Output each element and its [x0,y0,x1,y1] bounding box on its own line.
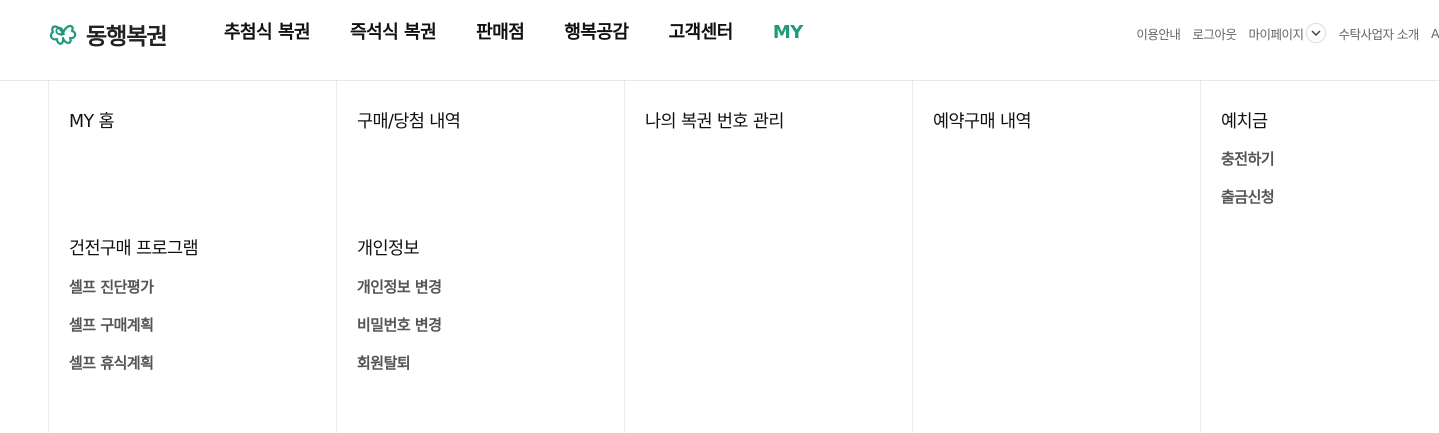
clover-logo-icon [48,20,78,48]
menu-column-my-home: MY 홈 건전구매 프로그램 셀프 진단평가 셀프 구매계획 셀프 휴식계획 [48,81,336,433]
util-guide-link[interactable]: 이용안내 [1136,24,1181,43]
menu-column-purchase-history: 구매/당첨 내역 개인정보 개인정보 변경 비밀번호 변경 회원탈퇴 [336,81,624,433]
menu-item-self-rest-plan[interactable]: 셀프 휴식계획 [69,352,154,373]
util-mypage-dropdown[interactable]: 마이페이지 [1248,23,1327,43]
util-logout-link[interactable]: 로그아웃 [1192,24,1237,43]
menu-column-deposit: 예치금 충전하기 출금신청 [1200,81,1439,433]
util-mypage-link: 마이페이지 [1248,26,1304,42]
menu-column-reservation: 예약구매 내역 [912,81,1200,433]
menu-item-change-info[interactable]: 개인정보 변경 [357,276,442,297]
nav-my[interactable]: MY [773,20,803,46]
menu-item-withdraw-request[interactable]: 출금신청 [1221,186,1275,207]
menu-title-number-management[interactable]: 나의 복권 번호 관리 [645,108,784,133]
my-mega-menu: MY 홈 건전구매 프로그램 셀프 진단평가 셀프 구매계획 셀프 휴식계획 구… [0,81,1439,433]
main-nav: 추첨식 복권 즉석식 복권 판매점 행복공감 고객센터 MY [224,20,803,46]
util-about-link[interactable]: 수탁사업자 소개 [1338,24,1419,43]
utility-nav: 이용안내 로그아웃 마이페이지 수탁사업자 소개 A [1124,20,1439,46]
util-truncated-link[interactable]: A [1431,26,1439,41]
nav-customer-center[interactable]: 고객센터 [669,20,734,46]
logo-text: 동행복권 [86,24,168,50]
menu-item-withdraw[interactable]: 회원탈퇴 [357,352,411,373]
menu-title-purchase-win-history[interactable]: 구매/당첨 내역 [357,108,461,133]
menu-title-personal-info[interactable]: 개인정보 [357,235,420,260]
chevron-down-icon[interactable] [1306,23,1327,43]
nav-happy-share[interactable]: 행복공감 [564,20,629,46]
menu-title-healthy-purchase[interactable]: 건전구매 프로그램 [69,235,199,260]
menu-item-change-password[interactable]: 비밀번호 변경 [357,314,442,335]
menu-item-self-purchase-plan[interactable]: 셀프 구매계획 [69,314,154,335]
menu-column-number-management: 나의 복권 번호 관리 [624,81,912,433]
menu-title-reservation-history[interactable]: 예약구매 내역 [933,108,1032,133]
menu-item-self-diagnosis[interactable]: 셀프 진단평가 [69,276,154,297]
site-header: 동행복권 추첨식 복권 즉석식 복권 판매점 행복공감 고객센터 MY 이용안내… [0,0,1439,81]
nav-retailer[interactable]: 판매점 [476,20,525,46]
site-logo[interactable]: 동행복권 [48,18,168,50]
nav-instant-lottery[interactable]: 즉석식 복권 [350,20,437,46]
menu-title-deposit[interactable]: 예치금 [1221,108,1268,133]
menu-title-my-home[interactable]: MY 홈 [69,108,115,133]
menu-item-charge[interactable]: 충전하기 [1221,148,1275,169]
nav-lottery-draw[interactable]: 추첨식 복권 [224,20,311,46]
